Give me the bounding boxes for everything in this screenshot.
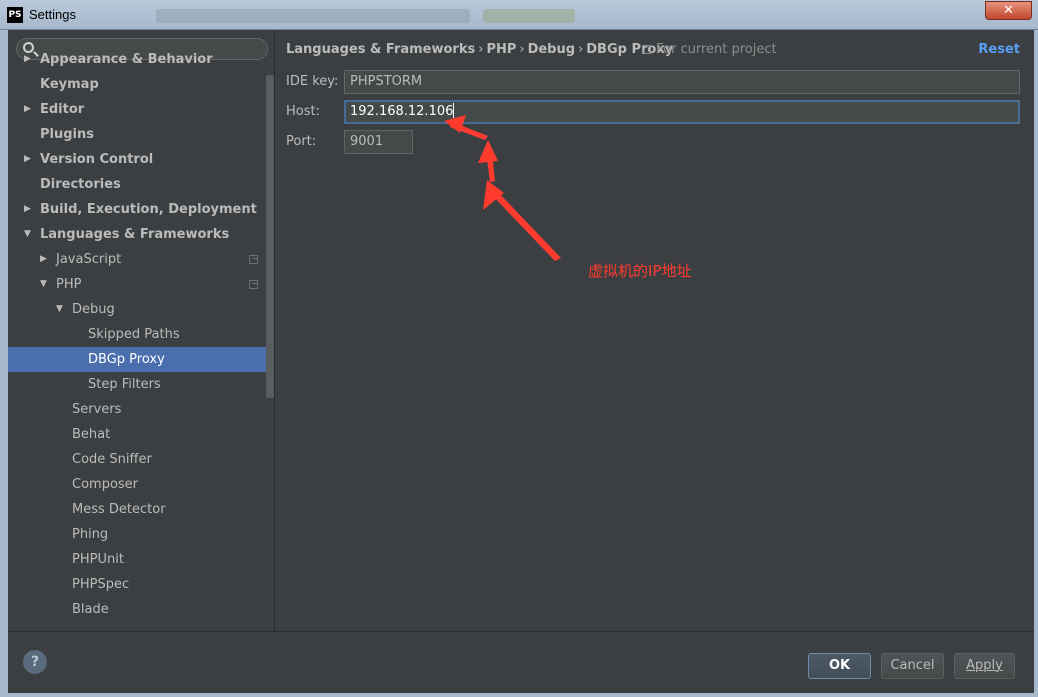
sidebar-item-servers[interactable]: Servers [8,397,266,422]
sidebar-item-label: Behat [72,427,111,442]
sidebar-item-label: Editor [40,102,85,117]
settings-sidebar: ▶ Appearance & Behavior Keymap ▶ Editor Plugi… [8,30,275,631]
sidebar-item-languages-frameworks[interactable]: ▼ Languages & Frameworks [8,222,266,247]
sidebar-item-code-sniffer[interactable]: Code Sniffer [8,447,266,472]
dialog-footer: ? OK Cancel Apply [8,631,1034,693]
sidebar-item-version-control[interactable]: ▶ Version Control [8,147,266,172]
sidebar-item-mess-detector[interactable]: Mess Detector [8,497,266,522]
sidebar-item-label: JavaScript [56,252,122,267]
collapsed-arrow-icon[interactable]: ▶ [24,147,31,172]
blurred-title-region [156,9,470,23]
sidebar-item-php[interactable]: ▼ PHP [8,272,266,297]
sidebar-item-label: Debug [72,302,115,317]
window-border-left [0,30,8,697]
sidebar-item-label: Composer [72,477,139,492]
host-annotation: 虚拟机的IP地址 [588,262,692,280]
sidebar-item-label: Skipped Paths [88,327,180,342]
sidebar-item-step-filters[interactable]: Step Filters [8,372,266,397]
sidebar-item-debug[interactable]: ▼ Debug [8,297,266,322]
sidebar-item-build-execution-deployment[interactable]: ▶ Build, Execution, Deployment [8,197,266,222]
apply-button[interactable]: Apply [954,653,1015,679]
sidebar-item-label: Appearance & Behavior [40,52,213,67]
sidebar-item-label: Code Sniffer [72,452,152,467]
sidebar-item-label: Version Control [40,152,154,167]
settings-content-panel: Languages & Frameworks › PHP › Debug › DBGp Pr… [276,30,1034,631]
sidebar-scrollbar-thumb[interactable] [266,75,274,398]
collapsed-arrow-icon[interactable]: ▶ [24,47,31,72]
project-scope-icon [249,255,258,264]
window-border-right [1034,30,1038,697]
settings-tree: ▶ Appearance & Behavior Keymap ▶ Editor Plugi… [8,52,266,622]
sidebar-item-plugins[interactable]: Plugins [8,122,266,147]
sidebar-item-label: Step Filters [88,377,161,392]
close-icon: ✕ [1003,3,1014,18]
sidebar-item-phpunit[interactable]: PHPUnit [8,547,266,572]
sidebar-item-javascript[interactable]: ▶ JavaScript [8,247,266,272]
sidebar-item-keymap[interactable]: Keymap [8,72,266,97]
window-title: Settings [29,7,76,22]
sidebar-item-label: Mess Detector [72,502,166,517]
sidebar-item-appearance-behavior[interactable]: ▶ Appearance & Behavior [8,47,266,72]
help-button[interactable]: ? [23,650,47,674]
sidebar-item-label: PHPSpec [72,577,130,592]
sidebar-item-label: DBGp Proxy [88,352,165,367]
cancel-button[interactable]: Cancel [881,653,944,679]
sidebar-item-label: Build, Execution, Deployment [40,202,257,217]
sidebar-item-phpspec[interactable]: PHPSpec [8,572,266,597]
title-bar: PS Settings ✕ [0,0,1038,30]
sidebar-item-label: PHPUnit [72,552,124,567]
collapsed-arrow-icon[interactable]: ▶ [40,247,47,272]
sidebar-item-editor[interactable]: ▶ Editor [8,97,266,122]
sidebar-item-behat[interactable]: Behat [8,422,266,447]
collapsed-arrow-icon[interactable]: ▶ [24,97,31,122]
sidebar-item-label: Languages & Frameworks [40,227,230,242]
project-scope-icon [249,280,258,289]
sidebar-item-blade[interactable]: Blade [8,597,266,622]
window-border-bottom [0,693,1038,697]
sidebar-item-label: Phing [72,527,109,542]
close-window-button[interactable]: ✕ [985,1,1032,20]
sidebar-item-label: Servers [72,402,122,417]
sidebar-item-composer[interactable]: Composer [8,472,266,497]
expanded-arrow-icon[interactable]: ▼ [40,272,47,297]
annotation-arrows [444,115,561,261]
sidebar-item-label: Directories [40,177,121,192]
sidebar-item-label: PHP [56,277,82,292]
annotation-arrow-head-mid [478,140,498,163]
expanded-arrow-icon[interactable]: ▼ [24,222,31,247]
sidebar-item-dbgp-proxy[interactable]: DBGp Proxy [8,347,266,372]
sidebar-item-skipped-paths[interactable]: Skipped Paths [8,322,266,347]
sidebar-item-label: Blade [72,602,109,617]
expanded-arrow-icon[interactable]: ▼ [56,297,63,322]
sidebar-item-label: Plugins [40,127,94,142]
collapsed-arrow-icon[interactable]: ▶ [24,197,31,222]
help-icon: ? [30,654,40,670]
blurred-title-region-2 [483,9,575,23]
sidebar-item-directories[interactable]: Directories [8,172,266,197]
ok-button[interactable]: OK [808,653,871,679]
phpstorm-app-icon: PS [7,7,23,23]
annotation-arrow-head-lower [483,180,504,210]
annotation-arrow-shaft [490,190,561,261]
sidebar-item-label: Keymap [40,77,99,92]
sidebar-item-phing[interactable]: Phing [8,522,266,547]
